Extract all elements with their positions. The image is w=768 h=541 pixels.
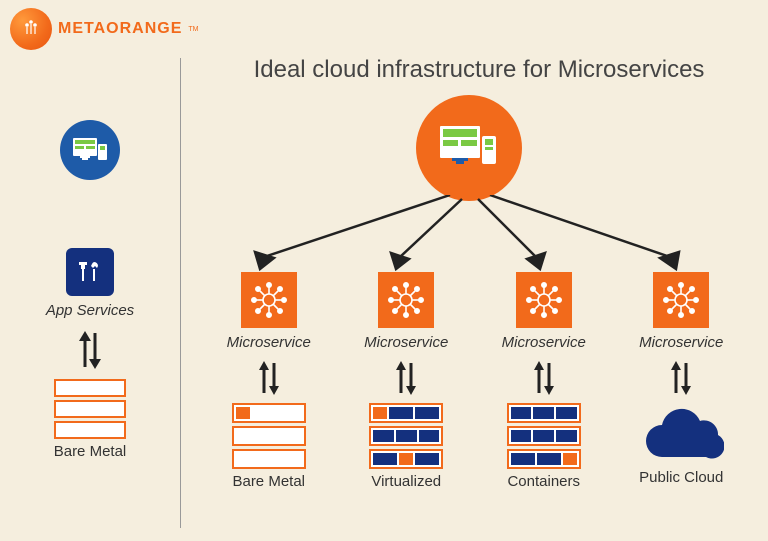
ms-label: Microservice	[209, 334, 329, 351]
ms-col-public-cloud: Microservice Public Cloud	[621, 272, 741, 490]
bidirectional-arrows-icon	[75, 329, 105, 371]
infra-label: Containers	[484, 473, 604, 490]
cloud-icon	[638, 403, 724, 465]
vertical-divider	[180, 58, 181, 528]
infra-label: Public Cloud	[621, 469, 741, 486]
bidirectional-arrows-icon	[667, 359, 695, 397]
tools-icon	[66, 248, 114, 296]
bare-metal-label: Bare Metal	[0, 443, 180, 460]
ms-label: Microservice	[621, 334, 741, 351]
trademark: TM	[188, 26, 198, 33]
ms-col-containers: Microservice Containers	[484, 272, 604, 490]
microservice-icon	[378, 272, 434, 328]
containers-stack	[507, 403, 581, 469]
microservice-icon	[241, 272, 297, 328]
app-services-label: App Services	[0, 302, 180, 319]
ms-col-bare-metal: Microservice Bare Metal	[209, 272, 329, 490]
microservice-icon	[653, 272, 709, 328]
brand-logo: METAORANGE TM	[10, 8, 198, 50]
fanout-arrows	[200, 195, 740, 275]
brand-name: METAORANGE	[58, 20, 182, 38]
infra-label: Virtualized	[346, 473, 466, 490]
microservices-row: Microservice Bare Metal Microservice Vir…	[200, 272, 750, 490]
infra-label: Bare Metal	[209, 473, 329, 490]
microservice-icon	[516, 272, 572, 328]
bare-metal-stack	[232, 403, 306, 469]
diagram-title: Ideal cloud infrastructure for Microserv…	[200, 56, 758, 84]
logo-mark-icon	[10, 8, 52, 50]
bidirectional-arrows-icon	[530, 359, 558, 397]
legacy-column: App Services Bare Metal	[0, 120, 180, 460]
bidirectional-arrows-icon	[392, 359, 420, 397]
ms-col-virtualized: Microservice Virtualized	[346, 272, 466, 490]
bare-metal-stack	[54, 379, 126, 439]
ms-label: Microservice	[346, 334, 466, 351]
bidirectional-arrows-icon	[255, 359, 283, 397]
virtualized-stack	[369, 403, 443, 469]
devices-icon	[60, 120, 120, 180]
ms-label: Microservice	[484, 334, 604, 351]
central-devices-icon	[416, 95, 522, 201]
